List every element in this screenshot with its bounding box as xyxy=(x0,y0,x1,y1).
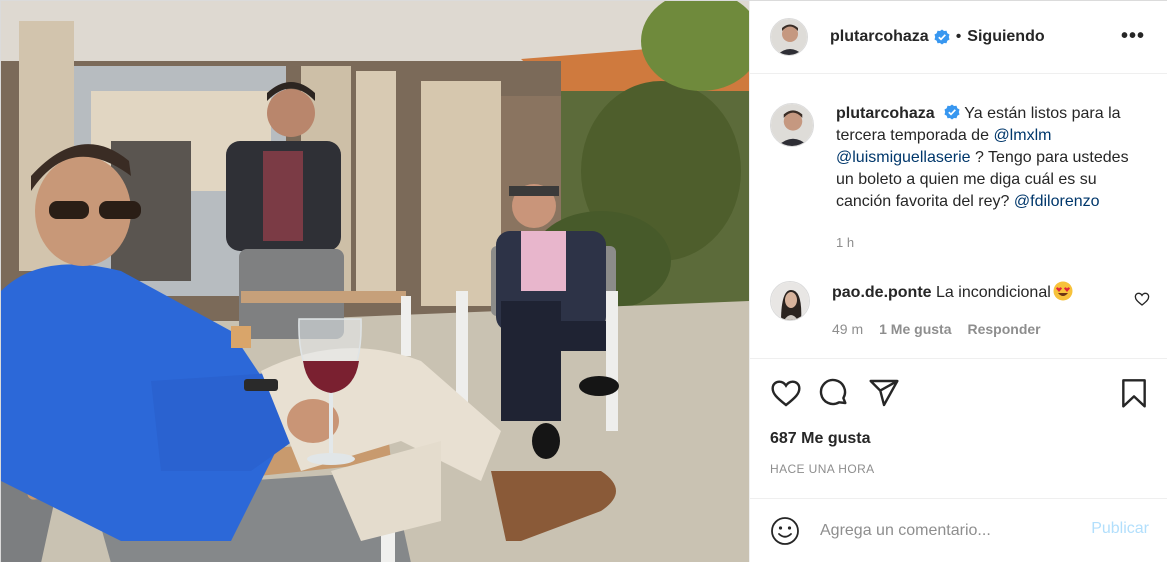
author-avatar[interactable] xyxy=(770,18,808,56)
author-username[interactable]: plutarcohaza xyxy=(830,28,929,46)
bookmark-icon[interactable] xyxy=(1118,377,1150,409)
verified-badge-icon xyxy=(934,29,950,45)
instagram-post: plutarcohaza • Siguiendo ••• plutarcohaz… xyxy=(0,0,1167,562)
post-photo[interactable] xyxy=(1,1,749,562)
comment-like-heart-icon[interactable] xyxy=(1134,291,1150,307)
comment-likes[interactable]: 1 Me gusta xyxy=(879,318,951,340)
likes-count[interactable]: 687 Me gusta xyxy=(770,430,870,448)
post-header: plutarcohaza • Siguiendo ••• xyxy=(750,1,1167,74)
publish-button[interactable]: Publicar xyxy=(1091,520,1149,538)
comment-input[interactable] xyxy=(820,519,1070,543)
caption-avatar-image xyxy=(771,104,813,146)
post-caption: plutarcohaza Ya están listos para la ter… xyxy=(770,103,1150,254)
caption-author-avatar[interactable] xyxy=(770,103,814,147)
send-icon[interactable] xyxy=(868,377,900,409)
comment-timestamp[interactable]: 49 m xyxy=(832,318,863,340)
actions-divider xyxy=(750,358,1167,359)
comment-icon[interactable] xyxy=(818,377,850,409)
comment-meta: 49 m 1 Me gusta Responder xyxy=(832,318,1073,340)
post-side-panel: plutarcohaza • Siguiendo ••• plutarcohaz… xyxy=(749,1,1167,562)
post-timestamp: HACE UNA HORA xyxy=(770,462,875,476)
following-button[interactable]: Siguiendo xyxy=(967,28,1044,46)
emoji-picker-icon[interactable] xyxy=(770,516,800,546)
heart-eyes-emoji-icon xyxy=(1053,281,1073,301)
mention-fdilorenzo[interactable]: @fdilorenzo xyxy=(1014,193,1100,210)
comment-item: pao.de.ponte La incondicional 49 m 1 Me … xyxy=(770,281,1150,340)
verified-badge-icon xyxy=(944,104,960,120)
caption-username[interactable]: plutarcohaza xyxy=(836,105,935,122)
comment-body: pao.de.ponte La incondicional 49 m 1 Me … xyxy=(832,281,1073,340)
more-options-icon[interactable]: ••• xyxy=(1121,26,1145,46)
mention-lmxlm[interactable]: @lmxlm xyxy=(993,127,1051,144)
header-separator: • xyxy=(955,28,962,45)
add-comment-bar: Publicar xyxy=(750,498,1167,562)
reply-button[interactable]: Responder xyxy=(967,318,1040,340)
heart-icon[interactable] xyxy=(770,377,802,409)
commenter-avatar-image xyxy=(771,282,809,320)
caption-body: plutarcohaza Ya están listos para la ter… xyxy=(836,103,1150,254)
group-photo-image xyxy=(1,1,749,562)
caption-timestamp[interactable]: 1 h xyxy=(836,232,1150,254)
commenter-username[interactable]: pao.de.ponte xyxy=(832,284,932,301)
post-actions xyxy=(770,377,1150,409)
commenter-avatar[interactable] xyxy=(770,281,810,321)
author-avatar-image xyxy=(771,19,807,55)
mention-luismiguellaserie[interactable]: @luismiguellaserie xyxy=(836,149,971,166)
comment-text: La incondicional xyxy=(936,284,1051,301)
